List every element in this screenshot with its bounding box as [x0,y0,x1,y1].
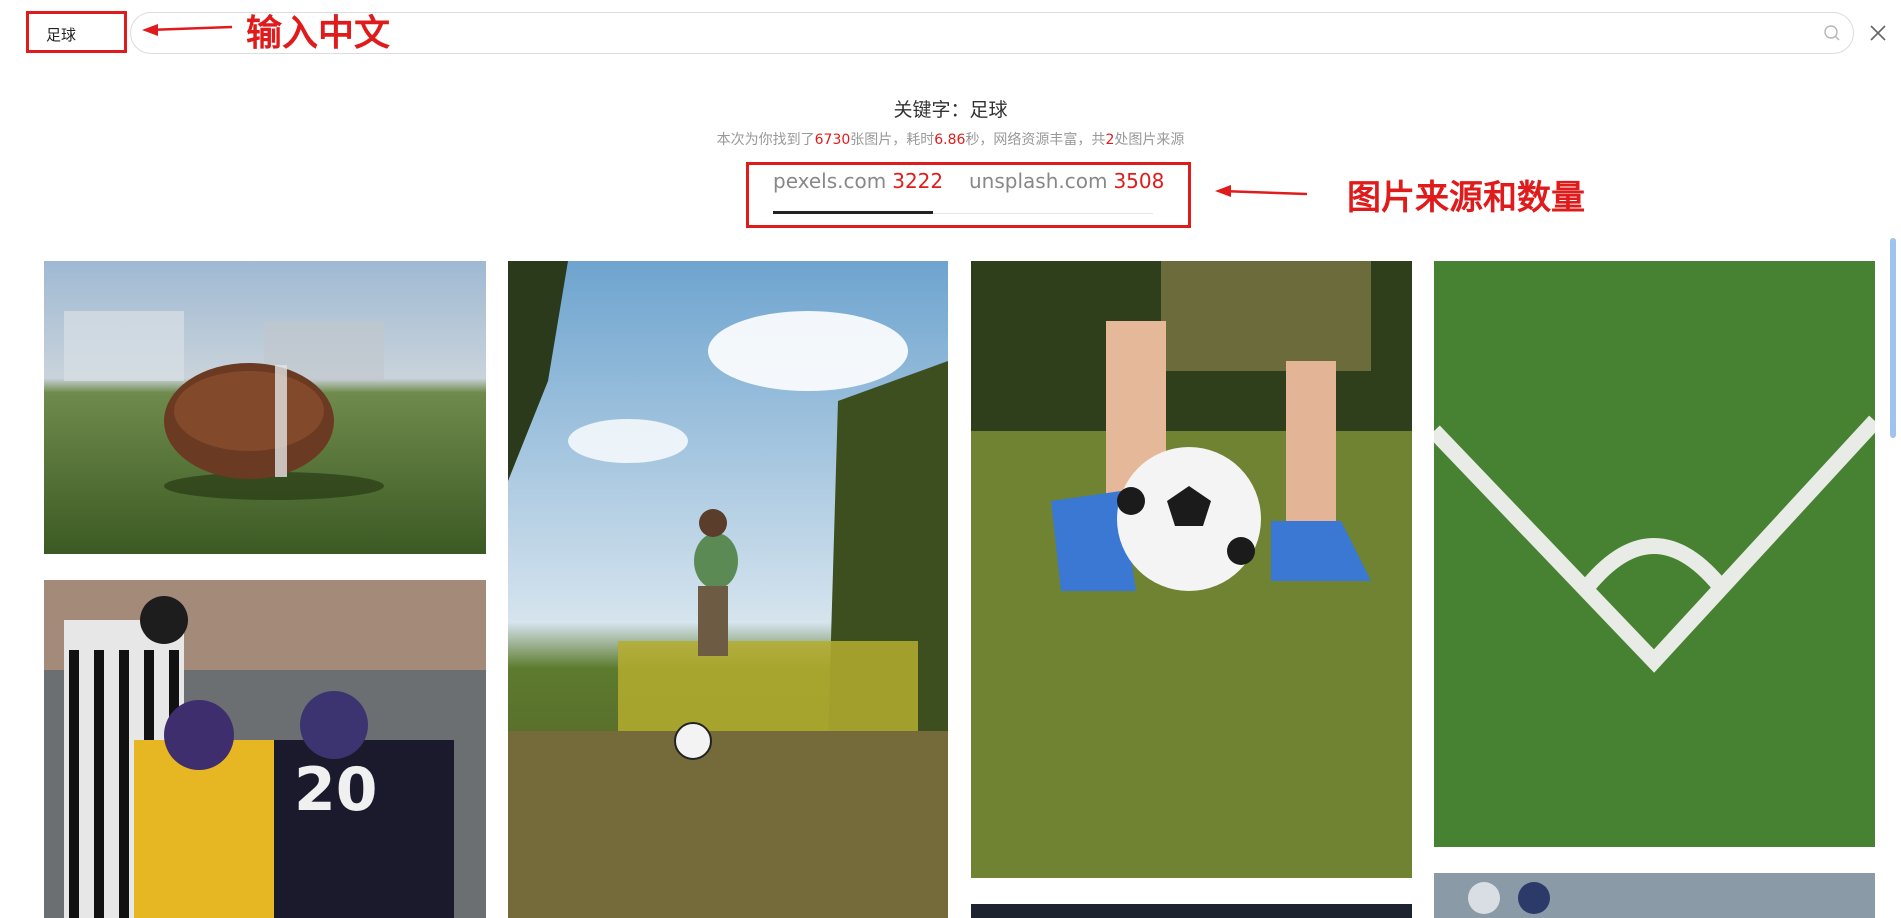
keyword-heading: 关键字：足球 [893,99,1008,121]
annotation-label-input: 输入中文 [246,13,391,54]
stats-mid-1: 张图片，耗时 [850,132,935,148]
stats-total-count: 6730 [814,132,851,148]
image-dark-stadium[interactable] [971,904,1412,918]
close-icon[interactable] [1867,22,1889,44]
image-child-soccer-ball[interactable] [971,261,1412,878]
stats-seconds: 6.86 [934,132,966,148]
stats-prefix: 本次为你找到了 [716,132,815,148]
annotation-box-input [26,11,127,53]
image-boy-kicking-ball[interactable] [508,261,948,918]
annotation-arrow-icon [1215,185,1308,197]
image-football-game[interactable]: 20 [44,580,486,918]
image-players-on-field[interactable] [1434,873,1875,918]
image-american-football[interactable] [44,261,486,554]
stats-suffix: 处图片来源 [1114,132,1185,148]
annotation-arrow-icon [142,24,233,36]
annotation-box-sources [746,162,1191,228]
annotation-label-sources: 图片来源和数量 [1347,178,1585,218]
image-turf-corner[interactable] [1434,261,1875,847]
stats-mid-2: 秒，网络资源丰富，共 [965,132,1106,148]
search-icon[interactable] [1822,23,1842,43]
page-scrollbar[interactable] [1890,238,1896,438]
svg-text:20: 20 [294,755,378,825]
search-stats: 本次为你找到了6730张图片，耗时6.86秒，网络资源丰富，共2处图片来源 [0,130,1901,150]
